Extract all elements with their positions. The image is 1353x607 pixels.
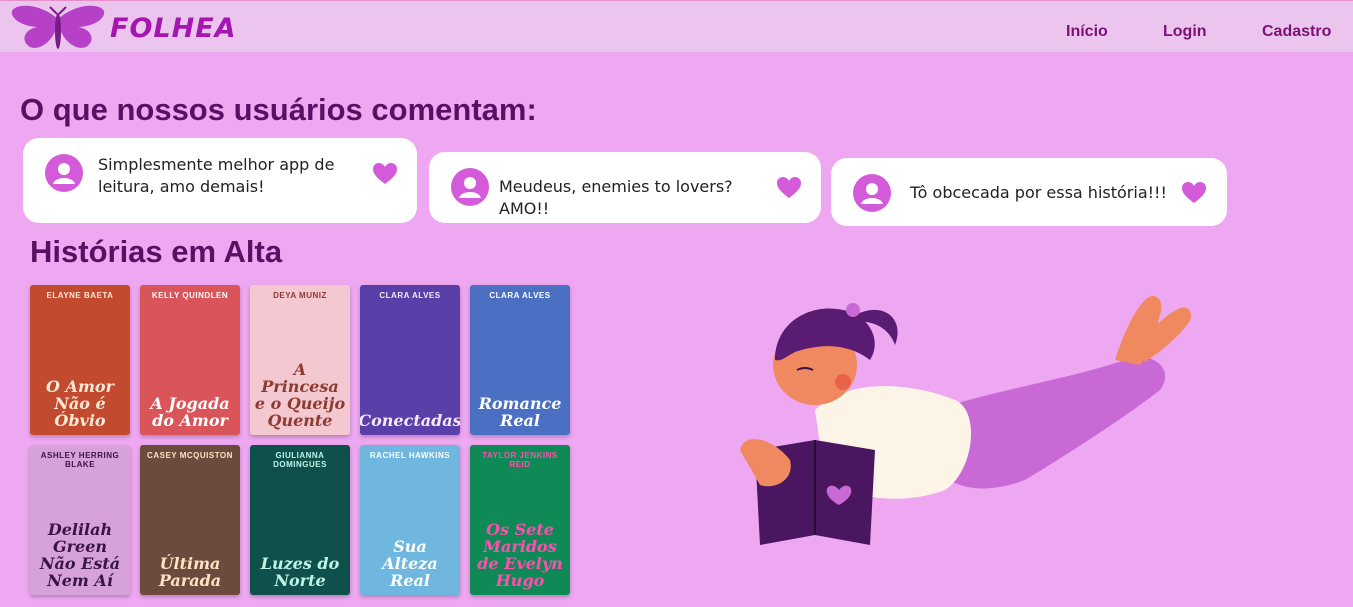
book-title: Romance Real [478,394,562,430]
comment-card: Simplesmente melhor app de leitura, amo … [23,138,417,223]
comments-title: O que nossos usuários comentam: [20,92,537,127]
book-cover[interactable]: Casey McQuiston Última Parada [140,445,240,595]
book-author: Ashley Herring Blake [40,451,120,469]
nav-login[interactable]: Login [1163,23,1207,41]
comment-text: Tô obcecada por essa história!!! [910,183,1167,202]
book-title: A Princesa e o Queijo Quente [254,360,346,430]
book-cover[interactable]: Ashley Herring Blake Delilah Green Não Es… [30,445,130,595]
comment-text: Simplesmente melhor app de leitura, amo … [98,155,335,196]
nav-inicio[interactable]: Início [1066,23,1108,41]
user-avatar-icon [45,154,83,192]
heart-icon[interactable] [372,162,398,186]
book-cover[interactable]: Rachel Hawkins Sua Alteza Real [360,445,460,595]
book-cover[interactable]: Giulianna Domingues Luzes do Norte [250,445,350,595]
book-author: Clara Alves [379,291,441,300]
book-title: Conectadas [360,411,460,430]
book-cover[interactable]: Kelly Quindlen A Jogada do Amor [140,285,240,435]
book-title: Delilah Green Não Está Nem Aí [39,520,121,590]
book-cover[interactable]: Clara Alves Conectadas [360,285,460,435]
brand-name: FOLHEA [110,12,237,44]
navbar: FOLHEA Início Login Cadastro [0,0,1353,52]
comment-card: Meudeus, enemies to lovers? AMO!! [429,152,821,223]
girl-reading-illustration [740,295,1191,545]
book-author: Giulianna Domingues [273,451,327,469]
book-title: Luzes do Norte [260,554,340,590]
heart-icon[interactable] [776,176,802,200]
book-author: Deya Muniz [273,291,327,300]
logo[interactable]: FOLHEA [10,5,237,51]
book-cover[interactable]: Taylor Jenkins Reid Os Sete Maridos de Ev… [470,445,570,595]
nav-cadastro[interactable]: Cadastro [1262,23,1331,41]
book-title: Última Parada [158,554,222,590]
user-avatar-icon [451,168,489,206]
book-author: Kelly Quindlen [151,291,229,300]
comment-card: Tô obcecada por essa história!!! [831,158,1227,226]
book-author: Rachel Hawkins [369,451,451,460]
book-author: Casey McQuiston [147,451,233,460]
book-author: Taylor Jenkins Reid [482,451,558,469]
book-title: O Amor Não é Óbvio [46,377,114,430]
book-author: Elayne Baeta [46,291,114,300]
book-title: Sua Alteza Real [382,537,438,590]
book-title: A Jogada do Amor [150,394,230,430]
comment-text: Meudeus, enemies to lovers? AMO!! [499,177,733,218]
book-title: Os Sete Maridos de Evelyn Hugo [477,520,563,590]
book-cover[interactable]: Deya Muniz A Princesa e o Queijo Quente [250,285,350,435]
book-cover[interactable]: Clara Alves Romance Real [470,285,570,435]
book-author: Clara Alves [489,291,551,300]
butterfly-icon [11,5,105,49]
user-avatar-icon [853,174,891,212]
heart-icon[interactable] [1181,181,1207,205]
book-cover[interactable]: Elayne Baeta O Amor Não é Óbvio [30,285,130,435]
trending-title: Histórias em Alta [30,234,283,269]
